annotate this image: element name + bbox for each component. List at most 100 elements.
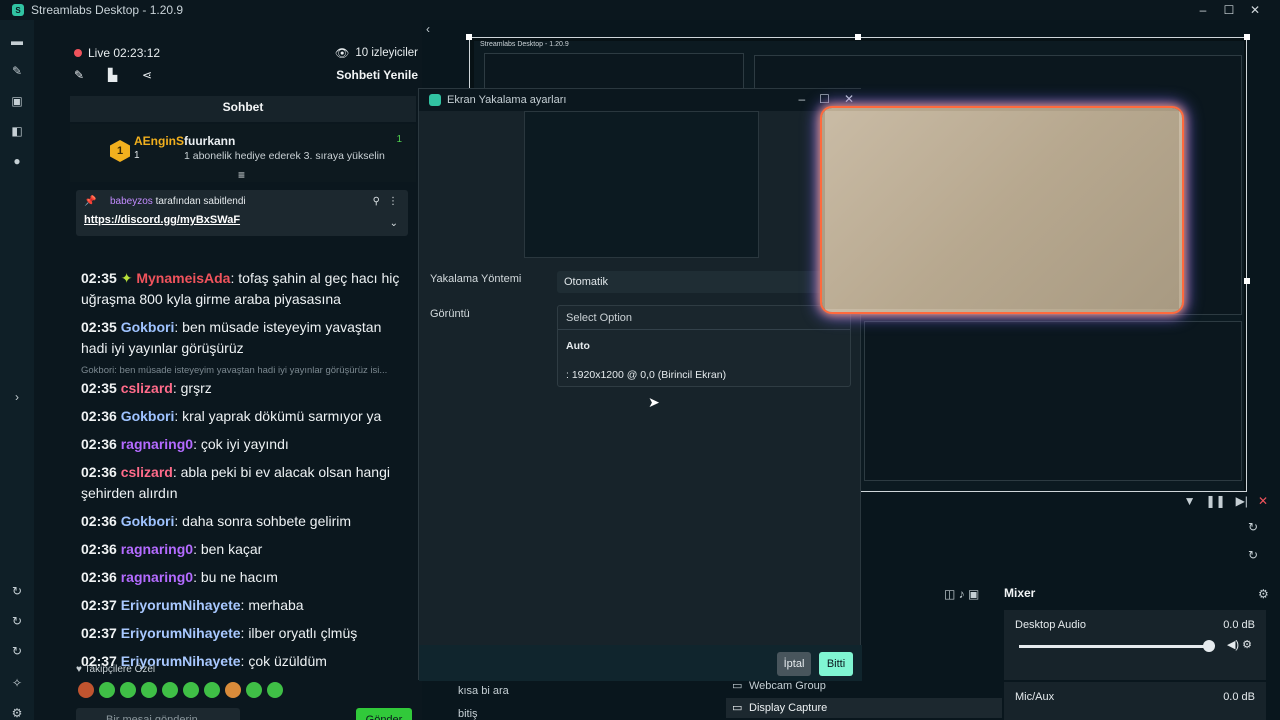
chat-message: 02:36 Gokbori: daha sonra sohbete geliri… xyxy=(81,513,352,529)
reply-preview: Gokbori: ben müsade isteyeyim yavaştan h… xyxy=(81,365,388,376)
volume-slider[interactable] xyxy=(1019,645,1209,648)
collapse-chat-icon[interactable]: ‹ xyxy=(426,22,430,36)
collapse-icon[interactable]: ≡ xyxy=(238,168,245,182)
emote-icon[interactable] xyxy=(162,682,178,698)
nested-title: Streamlabs Desktop - 1.20.9 xyxy=(480,41,569,48)
chat-message: 02:37 EriyorumNihayete: merhaba xyxy=(81,597,304,613)
eye-icon: 👁 xyxy=(334,48,350,60)
emote-icon[interactable] xyxy=(141,682,157,698)
message-user[interactable]: MynameisAda xyxy=(136,270,230,286)
emote-icon[interactable] xyxy=(183,682,199,698)
edit-stream-info-icon[interactable]: ✎ xyxy=(74,68,84,82)
scene-item[interactable]: kısa bi ara xyxy=(458,685,509,697)
message-text: merhaba xyxy=(248,597,304,613)
message-user[interactable]: Gokbori xyxy=(121,513,175,529)
emote-icon[interactable] xyxy=(78,682,94,698)
dialog-minimize-button[interactable]: – xyxy=(798,89,805,109)
minimize-button[interactable]: – xyxy=(1190,0,1216,20)
expand-arrow-icon[interactable]: › xyxy=(10,390,24,404)
message-user[interactable]: cslizard xyxy=(121,380,173,396)
source-tools-icon[interactable]: ◫ ♪ ▣ xyxy=(944,587,979,601)
apps-icon[interactable]: ◧ xyxy=(10,124,24,138)
emote-icon[interactable] xyxy=(246,682,262,698)
filter-icon[interactable]: ▼ xyxy=(1184,494,1196,508)
resize-handle[interactable] xyxy=(1244,34,1250,40)
sparkle-icon: ✦ xyxy=(120,270,133,286)
heart-icon: ♥ xyxy=(76,664,82,675)
send-button[interactable]: Gönder xyxy=(356,708,412,720)
capture-preview xyxy=(524,111,759,258)
emote-icon[interactable] xyxy=(99,682,115,698)
channel-name: Desktop Audio xyxy=(1015,619,1086,631)
monitor-icon: ▭ xyxy=(732,702,743,714)
clip-icon[interactable]: ▙ xyxy=(108,68,117,82)
message-user[interactable]: EriyorumNihayete xyxy=(121,597,241,613)
message-text: grşrz xyxy=(180,380,212,396)
streamlabs-logo-icon: S xyxy=(12,4,24,16)
display-dropdown[interactable]: Select Option Auto : 1920x1200 @ 0,0 (Bi… xyxy=(557,305,851,387)
done-button[interactable]: Bitti xyxy=(819,652,853,676)
cancel-button[interactable]: İptal xyxy=(777,652,811,676)
store-icon[interactable]: ▣ xyxy=(10,94,24,108)
speaker-settings-icon[interactable]: ◀) ⚙ xyxy=(1227,638,1252,651)
scene-item[interactable]: bitiş xyxy=(458,708,478,720)
mixer-settings-icon[interactable]: ⚙ xyxy=(1258,587,1269,601)
next-icon[interactable]: ▶| xyxy=(1236,494,1248,508)
followers-only-label: ♥ Takipçilere Özel xyxy=(76,664,155,675)
option-auto[interactable]: Auto xyxy=(566,340,590,352)
dashboard-icon[interactable]: ↻ xyxy=(10,584,24,598)
message-user[interactable]: EriyorumNihayete xyxy=(121,625,241,641)
reload-icon[interactable]: ↻ xyxy=(1248,520,1258,534)
alertbox-icon[interactable]: ↻ xyxy=(10,644,24,658)
capture-method-select[interactable]: Otomatik xyxy=(557,271,851,293)
emote-icon[interactable] xyxy=(120,682,136,698)
followers-only-text: Takipçilere Özel xyxy=(84,664,156,675)
webcam-feed xyxy=(822,108,1182,312)
discord-link[interactable]: https://discord.gg/myBxSWaF xyxy=(84,214,240,226)
message-user[interactable]: ragnaring0 xyxy=(121,569,193,585)
mixer-title: Mixer xyxy=(1004,586,1036,600)
highlighter-icon[interactable]: ● xyxy=(10,154,24,168)
pause-icon[interactable]: ❚❚ xyxy=(1205,494,1225,508)
message-user[interactable]: ragnaring0 xyxy=(121,436,193,452)
cloudbot-icon[interactable]: ↻ xyxy=(10,614,24,628)
message-user[interactable]: Gokbori xyxy=(121,319,175,335)
source-item[interactable]: ▭ Display Capture xyxy=(726,698,1002,718)
live-timer: Live 02:23:12 xyxy=(88,46,161,60)
pinned-message: 📌 babeyzos tarafından sabitlendi https:/… xyxy=(76,190,408,236)
settings-icon[interactable]: ⚙ xyxy=(10,706,24,720)
display-select[interactable]: Select Option xyxy=(558,306,850,330)
message-user[interactable]: Gokbori xyxy=(121,408,175,424)
themes-icon[interactable]: ✎ xyxy=(10,64,24,78)
studio-icon[interactable]: ▬ xyxy=(10,34,24,48)
pin-icon: 📌 xyxy=(84,196,97,207)
share-icon[interactable]: ⋖ xyxy=(142,68,152,82)
chat-input[interactable]: Bir mesaj gönderin xyxy=(76,708,240,720)
dialog-maximize-button[interactable]: ☐ xyxy=(819,89,830,109)
mute-icon[interactable]: ✕ xyxy=(1258,494,1268,508)
refresh-chat-button[interactable]: Sohbeti Yenile xyxy=(336,68,418,82)
message-user[interactable]: ragnaring0 xyxy=(121,541,193,557)
resize-handle[interactable] xyxy=(466,34,472,40)
maximize-button[interactable]: ☐ xyxy=(1216,0,1242,20)
message-time: 02:35 xyxy=(81,319,117,335)
close-button[interactable]: ✕ xyxy=(1242,0,1268,20)
emote-icon[interactable] xyxy=(225,682,241,698)
nested-mixer xyxy=(864,321,1242,481)
emote-icon[interactable] xyxy=(267,682,283,698)
message-time: 02:37 xyxy=(81,625,117,641)
resize-handle[interactable] xyxy=(1244,278,1250,284)
emote-icon[interactable] xyxy=(204,682,220,698)
unpin-icon[interactable]: ⚲ xyxy=(373,196,380,207)
resize-handle[interactable] xyxy=(855,34,861,40)
option-primary-display[interactable]: : 1920x1200 @ 0,0 (Birincil Ekran) xyxy=(566,369,726,381)
chevron-down-icon[interactable]: ⌄ xyxy=(390,218,398,229)
reload-icon[interactable]: ↻ xyxy=(1248,548,1258,562)
dialog-close-button[interactable]: ✕ xyxy=(844,89,854,109)
more-options-icon[interactable]: ⋮ xyxy=(388,196,398,207)
volume-knob[interactable] xyxy=(1203,640,1215,652)
tools-icon[interactable]: ✧ xyxy=(10,676,24,690)
message-time: 02:36 xyxy=(81,541,117,557)
message-user[interactable]: cslizard xyxy=(121,464,173,480)
title-bar: S Streamlabs Desktop - 1.20.9 – ☐ ✕ xyxy=(0,0,1280,20)
